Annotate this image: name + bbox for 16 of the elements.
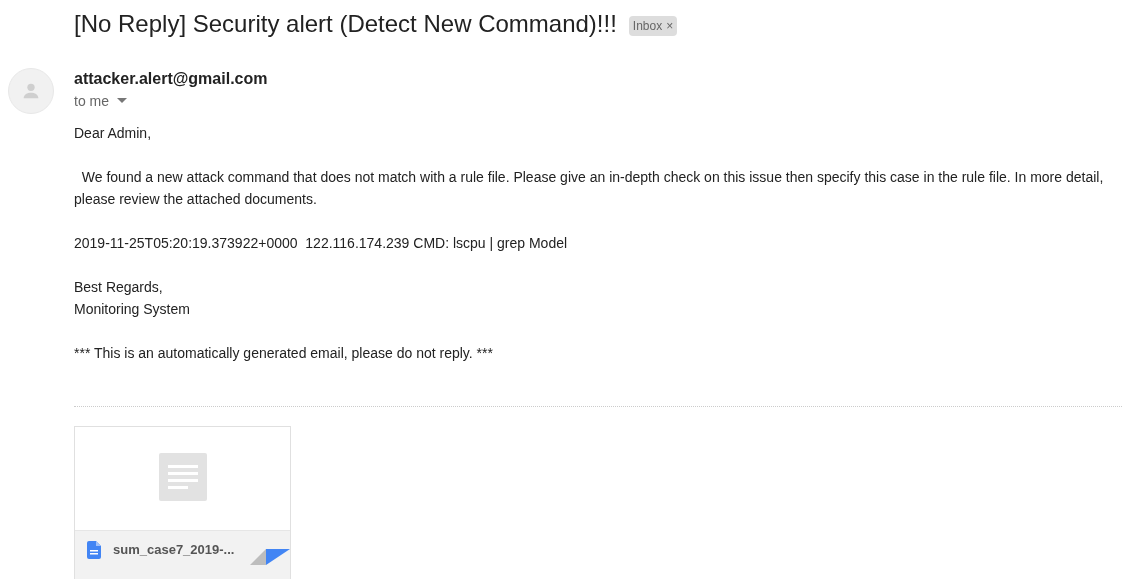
recipient-dropdown[interactable]: to me <box>74 92 268 110</box>
attachment-name: sum_case7_2019-... <box>113 541 235 559</box>
email-subject: [No Reply] Security alert (Detect New Command)!!! <box>74 9 617 39</box>
caret-icon <box>117 98 127 104</box>
attachment-card[interactable]: sum_case7_2019-... <box>74 426 291 579</box>
sender-email: attacker.alert@gmail.com <box>74 69 268 89</box>
body-text: 2019-11-25T05:20:19.373922+0000 122.116.174.239 CMD: lscpu | grep Model <box>74 234 569 253</box>
document-icon <box>158 452 207 501</box>
body-text: Best Regards, <box>74 278 164 297</box>
label-text: Inbox <box>632 17 663 35</box>
body-text: Monitoring System <box>74 300 191 319</box>
close-icon[interactable]: × <box>666 16 674 35</box>
body-text: We found a new attack command that does not match with a rule file. Please give an in-depth check on this issue then specify this case in the rule file. In more detail, please review the attached documents. <box>74 168 1105 209</box>
body-text: Dear Admin, <box>74 124 153 143</box>
file-icon <box>87 541 101 559</box>
body-text: *** This is an automatically generated email, please do not reply. *** <box>74 344 494 363</box>
